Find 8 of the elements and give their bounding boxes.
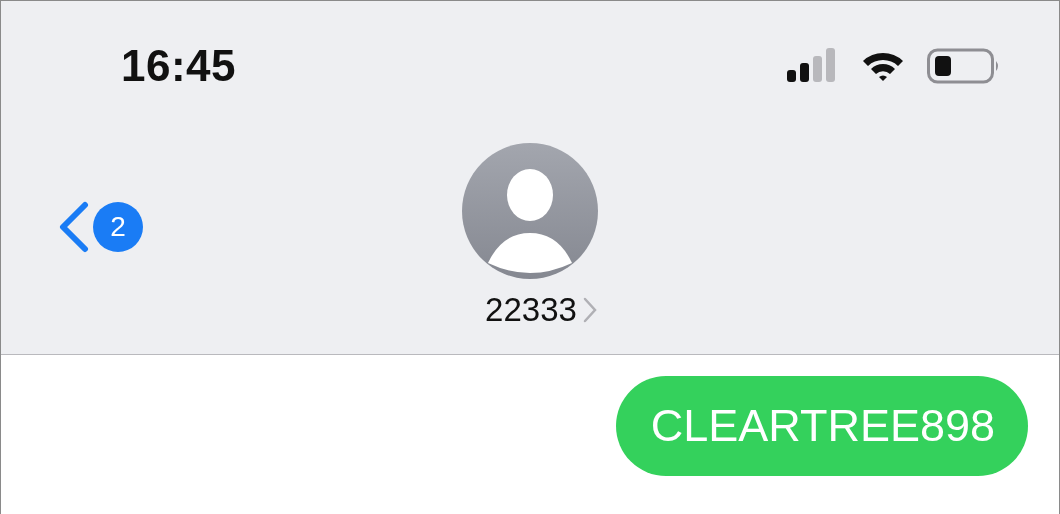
wifi-icon xyxy=(861,50,905,82)
sent-message-bubble: CLEARTREE898 xyxy=(615,376,1028,476)
status-time: 16:45 xyxy=(121,41,237,91)
unread-badge: 2 xyxy=(93,202,143,252)
battery-icon xyxy=(927,48,1001,84)
avatar-icon[interactable] xyxy=(462,143,598,279)
chevron-right-icon xyxy=(582,297,597,323)
contact-name[interactable]: 22333 xyxy=(485,291,577,329)
